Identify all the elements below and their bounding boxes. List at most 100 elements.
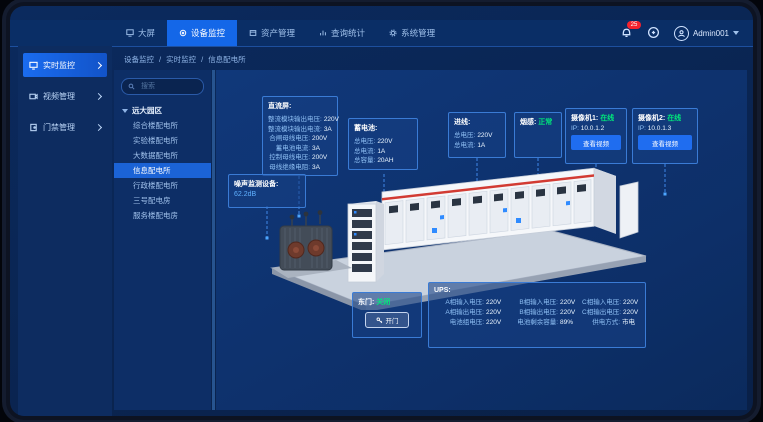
open-door-button[interactable]: 开门 [365,312,409,328]
view-video-button[interactable]: 查看视频 [638,135,692,150]
field-value: 市电 [622,316,642,326]
data-row: 总电压:220V [354,135,412,145]
panel-title: 东门: 关闭 [358,297,416,307]
username: Admin001 [693,29,729,38]
sidebar-item-realtime-monitoring[interactable]: 实时监控 [23,53,107,77]
field-value: 220V [623,309,643,316]
field-label: 控制母线电压: [268,151,310,161]
tab-dashboard[interactable]: 大屏 [114,20,167,46]
panel-noise-sensor: 噪声监测设备: 62.2dB [228,174,306,208]
field-value: 20AH [377,157,397,164]
data-row: 电池剩余容量:89% [508,316,580,325]
camera-status: 在线 [600,115,614,122]
breadcrumb-item[interactable]: 信息配电所 [208,54,246,65]
field-value: 1A [477,142,497,149]
tree-item-substation[interactable]: 大数据配电所 [114,148,211,163]
screen: 大屏 设备监控 资产管理 查询统计 系统管理 [0,0,763,422]
data-row: 母线绝缘电阻:3A [268,161,332,171]
data-row: 整流模块输出电流:3A [268,123,332,133]
caret-down-icon [122,109,128,113]
data-row: 总电流:1A [454,139,500,149]
notification-badge: 25 [627,21,641,29]
panel-title: 蓄电池: [354,123,412,133]
tree-item-substation[interactable]: 行政楼配电所 [114,178,211,193]
data-row: 电池组电压:220V [434,316,506,325]
tab-label: 系统管理 [401,27,435,39]
field-value: 220V [560,299,580,306]
station-tree-panel: 远大园区 综合楼配电所 实验楼配电所 大数据配电所 信息配电所 行政楼配电所 三… [114,70,211,410]
tab-label: 大屏 [138,27,155,39]
tree-item-substation-active[interactable]: 信息配电所 [114,163,211,178]
app-window: 大屏 设备监控 资产管理 查询统计 系统管理 [10,6,753,416]
camera-ip: IP: 10.0.1.2 [571,125,621,132]
field-value: 89% [560,319,580,326]
view-video-button[interactable]: 查看视频 [571,135,621,150]
panel-dc-screen: 直流屏: 整流模块输出电压:220V 整流模块输出电流:3A 合闸母线电压:20… [262,96,338,176]
data-row: B相输入电压:220V [508,296,580,305]
panel-title: UPS: [434,287,640,294]
tab-label: 查询统计 [331,27,365,39]
tab-label: 资产管理 [261,27,295,39]
sidebar-item-access-control[interactable]: 门禁管理 [23,115,107,139]
tab-system-management[interactable]: 系统管理 [377,20,447,46]
ip-value: 10.0.1.2 [581,125,605,132]
tree-group-campus[interactable]: 远大园区 [122,105,211,116]
field-value: 220V [377,138,397,145]
tree-group-label: 远大园区 [132,105,162,116]
notification-bell-button[interactable]: 25 [620,26,634,40]
field-label: 电池剩余容量: [508,316,558,326]
field-label: 合闸母线电压: [268,132,310,142]
camera-ip: IP: 10.0.1.3 [638,125,692,132]
field-label: 母线绝缘电阻: [268,161,310,171]
tree-item-substation[interactable]: 实验楼配电所 [114,133,211,148]
tab-asset-management[interactable]: 资产管理 [237,20,307,46]
search-icon [128,83,135,90]
field-label: B相输入电压: [508,296,558,306]
smoke-label: 烟感: [520,119,536,126]
field-label: A相输入电压: [434,296,484,306]
tree-item-substation[interactable]: 综合楼配电所 [114,118,211,133]
panel-camera-1: 摄像机1: 在线 IP: 10.0.1.2 查看视频 [565,108,627,164]
panel-divider [212,70,215,410]
top-navbar: 大屏 设备监控 资产管理 查询统计 系统管理 [10,20,753,47]
field-value: 200V [312,135,332,142]
tab-device-monitoring[interactable]: 设备监控 [167,20,237,46]
user-icon [677,29,686,38]
breadcrumb-item[interactable]: 设备监控 [124,54,154,65]
tree-item-substation[interactable]: 三号配电房 [114,193,211,208]
field-label: 总容量: [354,154,375,164]
data-row: B相输出电压:220V [508,306,580,315]
sidebar-item-label: 实时监控 [43,60,91,71]
tab-query-statistics[interactable]: 查询统计 [307,20,377,46]
data-row: 供电方式:市电 [582,316,642,325]
field-value: 1A [377,148,397,155]
door-status: 关闭 [376,299,390,306]
door-label: 东门: [358,299,374,306]
field-label: 供电方式: [582,316,620,326]
field-value: 220V [623,299,643,306]
chevron-right-icon [95,123,102,130]
data-row: 合闸母线电压:200V [268,132,332,142]
field-value: 220V [477,132,497,139]
chevron-right-icon [95,61,102,68]
breadcrumb-item[interactable]: 实时监控 [166,54,196,65]
sidebar-item-label: 视频管理 [43,91,91,102]
ip-label: IP: [571,125,579,132]
user-menu[interactable]: Admin001 [674,26,739,41]
sidebar-item-video-management[interactable]: 视频管理 [23,84,107,108]
panel-incoming-line: 进线: 总电压:220V 总电流:1A [448,112,506,158]
field-value: 200V [312,154,332,161]
search-input[interactable] [139,82,197,91]
panel-title: 摄像机2: 在线 [638,113,692,123]
caret-down-icon [733,31,739,35]
breadcrumb-separator: / [159,55,161,64]
field-value: 220V [486,309,506,316]
sidebar-item-label: 门禁管理 [43,122,91,133]
field-value: 3A [324,126,344,133]
gear-icon [389,29,397,37]
fullscreen-button[interactable] [647,26,661,40]
panel-title: 进线: [454,117,500,127]
field-label: B相输出电压: [508,306,558,316]
tree-item-substation[interactable]: 服务楼配电房 [114,208,211,223]
ups-grid: A相输入电压:220V B相输入电压:220V C相输入电压:220V A相输出… [434,296,640,325]
